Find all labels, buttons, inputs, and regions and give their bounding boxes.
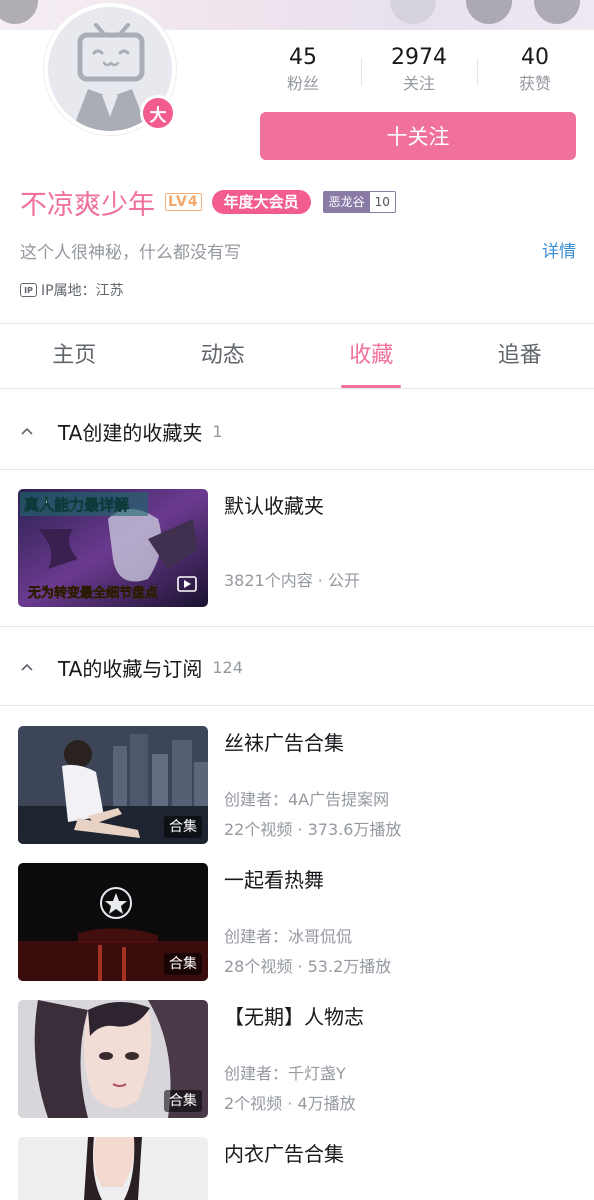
divider bbox=[0, 705, 594, 706]
user-level-badge: LV4 bbox=[165, 193, 202, 211]
divider bbox=[0, 323, 594, 324]
collection-thumbnail: 合集 bbox=[18, 726, 208, 844]
ip-icon: IP bbox=[20, 283, 37, 297]
thumb-text-top: 真人能力最详解 bbox=[24, 496, 129, 514]
tab-bangumi[interactable]: 追番 bbox=[446, 326, 594, 388]
medal-name: 恶龙谷 bbox=[323, 192, 370, 212]
section-title: TA的收藏与订阅 bbox=[58, 656, 203, 681]
collection-stats: 28个视频 · 53.2万播放 bbox=[224, 957, 392, 976]
created-folders-header[interactable]: TA创建的收藏夹 1 bbox=[20, 416, 223, 446]
stat-value: 45 bbox=[289, 45, 317, 70]
folder-thumbnail: 真人能力最详解 无为转变最全细节盘点 bbox=[18, 489, 208, 607]
section-count: 1 bbox=[212, 421, 223, 441]
stat-fans[interactable]: 45 粉丝 bbox=[245, 44, 361, 100]
collection-tag: 合集 bbox=[164, 1090, 202, 1112]
collection-tag: 合集 bbox=[164, 816, 202, 838]
stat-label: 获赞 bbox=[518, 74, 551, 93]
folder-item[interactable]: 真人能力最详解 无为转变最全细节盘点 默认收藏夹 3821个内容 · 公开 bbox=[18, 489, 578, 609]
ip-location: IP IP属地：江苏 bbox=[20, 280, 124, 300]
divider bbox=[0, 626, 594, 627]
collection-title: 丝袜广告合集 bbox=[224, 731, 344, 755]
subscribed-folders-header[interactable]: TA的收藏与订阅 124 bbox=[20, 652, 243, 682]
collection-title: 内衣广告合集 bbox=[224, 1142, 344, 1166]
stat-label: 粉丝 bbox=[286, 74, 319, 93]
profile-tabs: 主页 动态 收藏 追番 bbox=[0, 326, 594, 388]
profile-stats: 45 粉丝 2974 关注 40 获赞 bbox=[245, 44, 594, 100]
bio-text: 这个人很神秘，什么都没有写 bbox=[20, 243, 241, 263]
tab-home[interactable]: 主页 bbox=[0, 326, 149, 388]
folder-title: 默认收藏夹 bbox=[224, 494, 324, 518]
detail-link[interactable]: 详情 bbox=[542, 237, 576, 262]
folder-meta: 3821个内容 · 公开 bbox=[224, 571, 360, 590]
section-count: 124 bbox=[212, 657, 243, 677]
section-title: TA创建的收藏夹 bbox=[58, 420, 203, 445]
collection-creator: 创建者：4A广告提案网 bbox=[224, 790, 390, 809]
tab-favorites[interactable]: 收藏 bbox=[297, 326, 446, 388]
username: 不凉爽少年 bbox=[20, 189, 155, 221]
follow-button[interactable]: 十关注 bbox=[260, 112, 576, 160]
stat-value: 40 bbox=[521, 45, 549, 70]
ip-location-text: IP属地：江苏 bbox=[41, 283, 124, 299]
collection-stats: 22个视频 · 373.6万播放 bbox=[224, 820, 402, 839]
collection-title: 一起看热舞 bbox=[224, 868, 324, 892]
divider bbox=[0, 469, 594, 470]
big-member-badge: 大 bbox=[140, 95, 176, 131]
stat-label: 关注 bbox=[402, 74, 435, 93]
vip-badge[interactable]: 年度大会员 bbox=[211, 190, 311, 214]
chevron-up-icon bbox=[21, 663, 33, 671]
collection-title: 【无期】人物志 bbox=[224, 1005, 364, 1029]
collection-item[interactable]: 合集 一起看热舞 创建者：冰哥侃侃 28个视频 · 53.2万播放 bbox=[18, 863, 578, 983]
collection-thumbnail: 合集 bbox=[18, 863, 208, 981]
collection-item[interactable]: 内衣广告合集 bbox=[18, 1137, 578, 1200]
chevron-up-icon bbox=[21, 427, 33, 435]
collection-thumbnail bbox=[18, 1137, 208, 1200]
collection-creator: 创建者：千灯盏Y bbox=[224, 1064, 346, 1083]
collection-item[interactable]: 合集 丝袜广告合集 创建者：4A广告提案网 22个视频 · 373.6万播放 bbox=[18, 726, 578, 846]
collection-creator: 创建者：冰哥侃侃 bbox=[224, 927, 353, 946]
collection-stats: 2个视频 · 4万播放 bbox=[224, 1094, 356, 1113]
collection-thumbnail: 合集 bbox=[18, 1000, 208, 1118]
stat-following[interactable]: 2974 关注 bbox=[361, 44, 477, 100]
collection-item[interactable]: 合集 【无期】人物志 创建者：千灯盏Y 2个视频 · 4万播放 bbox=[18, 1000, 578, 1120]
tab-dynamic[interactable]: 动态 bbox=[149, 326, 298, 388]
name-row: 不凉爽少年 LV4 年度大会员 恶龙谷 10 bbox=[20, 182, 396, 222]
stat-likes[interactable]: 40 获赞 bbox=[477, 44, 593, 100]
divider bbox=[0, 388, 594, 389]
stat-value: 2974 bbox=[391, 45, 447, 70]
fan-medal[interactable]: 恶龙谷 10 bbox=[322, 191, 396, 213]
thumb-text-bottom: 无为转变最全细节盘点 bbox=[27, 585, 158, 601]
medal-level: 10 bbox=[369, 192, 395, 212]
collection-tag: 合集 bbox=[164, 953, 202, 975]
